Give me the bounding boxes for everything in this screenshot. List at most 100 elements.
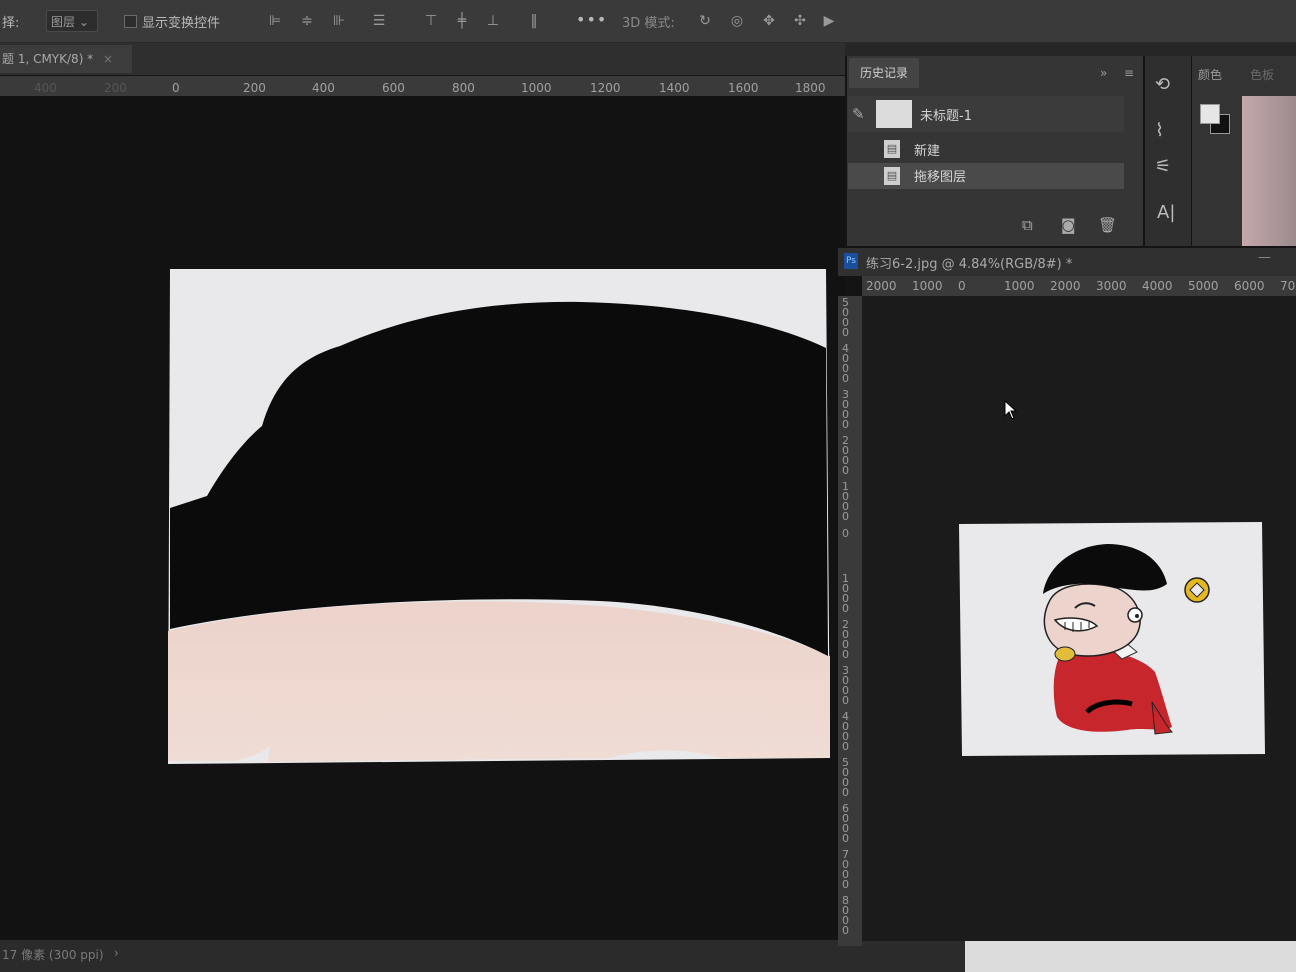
color-panel: 颜色 色板 [1192,56,1296,246]
vruler-label: 3000 [842,664,849,707]
align-bottom-icon[interactable]: ⊥ [486,14,500,28]
vruler-label: 3000 [842,388,849,431]
ruler-label: 1000 [1004,279,1035,293]
ruler-label: 0 [958,279,966,293]
history-snapshot-row[interactable]: ✎ 未标题-1 [848,96,1124,132]
3d-slide-icon[interactable]: ✣ [793,14,807,28]
cartoon-official-image [959,522,1265,756]
distribute-vertical-icon[interactable]: ‖ [527,14,541,28]
document-tab[interactable]: 题 1, CMYK/8) * × [0,45,132,73]
mode-3d-label: 3D 模式: [622,16,675,31]
snapshot-label: 未标题-1 [920,109,972,124]
vruler-label: 4000 [842,342,849,385]
ruler-label: 1200 [590,81,621,95]
ruler-label: 1600 [728,81,759,95]
status-text: 17 像素 (300 ppi) [2,948,104,962]
ruler-label: 800 [452,81,475,95]
ruler-label: 1000 [521,81,552,95]
3d-orbit-icon[interactable]: ↻ [698,14,712,28]
align-right-icon[interactable]: ⊪ [332,14,346,28]
ruler-label: 2000 [1050,279,1081,293]
show-transform-label: 显示变换控件 [142,16,221,31]
panel-menu-icon[interactable]: ≡ [1124,66,1134,80]
distribute-icon[interactable]: ☰ [372,14,386,28]
horizontal-ruler: 400 200 0 200 400 600 800 1000 1200 1400… [0,76,845,96]
vruler-label: 1000 [842,572,849,615]
ruler-label: 4000 [1142,279,1173,293]
align-vcenter-icon[interactable]: ╪ [455,14,469,28]
options-label: 择: [2,16,20,31]
ruler-label: 3000 [1096,279,1127,293]
panel-dock-header [845,43,1296,56]
new-document-from-state-icon[interactable]: ⧉ [1022,216,1033,234]
history-item-label: 拖移图层 [914,170,967,185]
options-bar: 择: 图层 ⌄ 显示变换控件 ⊫ ≑ ⊪ ☰ ⊤ ╪ ⊥ ‖ ••• 3D 模式… [0,0,1296,43]
vruler-label: 7000 [842,848,849,891]
foreground-color-swatch[interactable] [1200,104,1220,124]
history-item-label: 新建 [914,144,941,159]
vruler-label: 2000 [842,618,849,661]
ruler-label: 1000 [912,279,943,293]
character-panel-icon[interactable]: A| [1157,202,1175,223]
minimize-icon[interactable]: — [1258,250,1271,265]
document2-horizontal-ruler: 2000 1000 0 1000 2000 3000 4000 5000 600… [862,276,1296,296]
history-tab[interactable]: 历史记录 [849,58,919,88]
document2-title-bar[interactable]: Ps 练习6-2.jpg @ 4.84%(RGB/8#) * — [838,248,1296,276]
ruler-label: 400 [312,81,335,95]
vruler-label: 2000 [842,434,849,477]
align-top-icon[interactable]: ⊤ [424,14,438,28]
document-canvas[interactable] [0,96,845,936]
ruler-label: 200 [104,81,127,95]
document2-canvas[interactable] [862,296,1296,941]
snapshot-thumbnail [876,100,912,128]
align-left-icon[interactable]: ⊫ [268,14,282,28]
history-item[interactable]: ▤ 拖移图层 [848,163,1124,189]
panel-icon-strip: ⟲ ⌇ ⚟ A| [1145,56,1191,246]
desktop-background [965,940,1296,972]
vruler-label: 4000 [842,710,849,753]
auto-select-value: 图层 [51,15,76,29]
auto-select-dropdown[interactable]: 图层 ⌄ [46,10,98,32]
align-hcenter-icon[interactable]: ≑ [300,14,314,28]
photoshop-icon: Ps [844,253,858,269]
ruler-label: 200 [243,81,266,95]
more-options-button[interactable]: ••• [576,10,607,29]
history-brush-icon[interactable]: ✎ [852,105,865,123]
document-tab-title: 题 1, CMYK/8) * [2,52,94,66]
ruler-label: 0 [172,81,180,95]
ruler-label: 1800 [795,81,826,95]
status-arrow-icon[interactable]: › [114,946,119,960]
color-tab[interactable]: 颜色 [1198,66,1222,83]
vruler-label: 5000 [842,756,849,799]
ruler-label: 5000 [1188,279,1219,293]
zoomed-artwork [168,269,830,764]
trash-icon[interactable]: 🗑 [1098,216,1117,234]
vruler-label: 6000 [842,802,849,845]
3d-roll-icon[interactable]: ◎ [730,14,744,28]
close-tab-icon[interactable]: × [103,52,113,66]
vruler-label: 1000 [842,480,849,523]
show-transform-checkbox[interactable] [124,15,137,28]
ruler-label: 700 [1280,279,1296,293]
history-panel-icon[interactable]: ⟲ [1155,74,1170,95]
ruler-label: 400 [34,81,57,95]
history-item[interactable]: ▤ 新建 [848,136,1124,162]
brush-settings-icon[interactable]: ⌇ [1155,120,1164,141]
camera-snapshot-icon[interactable]: ◙ [1061,216,1076,234]
ruler-label: 1400 [659,81,690,95]
color-spectrum[interactable] [1242,96,1296,246]
ruler-label: 6000 [1234,279,1265,293]
status-bar: 17 像素 (300 ppi) › [0,940,965,972]
adjustments-icon[interactable]: ⚟ [1155,156,1171,177]
3d-pan-icon[interactable]: ✥ [762,14,776,28]
ruler-label: 600 [382,81,405,95]
mouse-cursor-icon [1004,400,1018,420]
vruler-label: 8000 [842,894,849,937]
document-state-icon: ▤ [884,140,900,158]
swatches-tab[interactable]: 色板 [1250,66,1274,83]
vruler-label: 0 [842,527,849,540]
3d-camera-icon[interactable]: ▶ [822,14,836,28]
panel-collapse-icon[interactable]: » [1100,66,1107,80]
document2-title: 练习6-2.jpg @ 4.84%(RGB/8#) * [866,257,1073,272]
vruler-label: 5000 [842,296,849,339]
